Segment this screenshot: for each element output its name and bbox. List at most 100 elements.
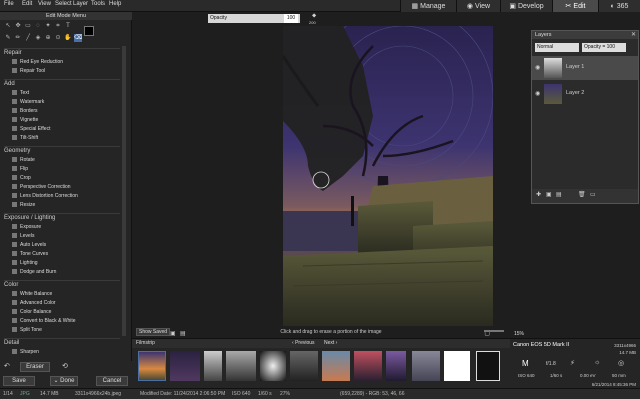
panel-scrollbar[interactable]: [122, 46, 126, 336]
thumbnail[interactable]: [322, 351, 350, 381]
clone-icon[interactable]: ⊕: [44, 34, 52, 42]
item-sharpen[interactable]: Sharpen: [12, 349, 39, 355]
thumbnail[interactable]: [204, 351, 222, 381]
manage-mode-button[interactable]: ▦ Manage: [400, 0, 456, 12]
brush-size-icon[interactable]: ⬥: [312, 13, 316, 20]
item-lighting[interactable]: Lighting: [12, 260, 38, 266]
menu-file[interactable]: File: [4, 1, 14, 7]
edited-photo[interactable]: [283, 26, 493, 326]
brush-icon[interactable]: ✎: [4, 34, 12, 42]
show-saved-button[interactable]: Show Saved: [136, 328, 171, 336]
line-icon[interactable]: ╱: [24, 34, 32, 42]
text-tool-icon[interactable]: T: [64, 22, 72, 30]
item-repair-tool[interactable]: Repair Tool: [12, 68, 45, 74]
fill-icon[interactable]: ◈: [34, 34, 42, 42]
item-levels[interactable]: Levels: [12, 233, 34, 239]
item-tilt-shift[interactable]: Tilt-Shift: [12, 135, 38, 141]
menu-layer[interactable]: Layer: [73, 1, 88, 7]
layer-opacity-field[interactable]: Opacity = 100: [582, 43, 626, 52]
close-icon[interactable]: ✕: [631, 31, 636, 38]
blend-mode-select[interactable]: Normal: [535, 43, 579, 52]
item-text[interactable]: Text: [12, 90, 29, 96]
crop-icon[interactable]: ⌗: [54, 22, 62, 30]
wand-icon[interactable]: ✦: [44, 22, 52, 30]
save-button[interactable]: Save: [3, 376, 35, 386]
zoom-tool-icon[interactable]: ⊙: [54, 34, 62, 42]
thumbnail[interactable]: [138, 351, 166, 381]
eraser-button[interactable]: Eraser: [20, 362, 50, 372]
item-tone-curves[interactable]: Tone Curves: [12, 251, 48, 257]
cloud-365-button[interactable]: ◐ 365: [598, 0, 640, 12]
pointer-icon[interactable]: ↖: [4, 22, 12, 30]
foreground-color-swatch[interactable]: [84, 26, 94, 36]
add-layer-icon[interactable]: ✚: [536, 191, 541, 198]
section-geometry[interactable]: Geometry: [4, 148, 30, 154]
item-convert-bw[interactable]: Convert to Black & White: [12, 318, 76, 324]
hand-icon[interactable]: ✋: [64, 34, 72, 42]
item-red-eye-reduction[interactable]: Red Eye Reduction: [12, 59, 63, 65]
develop-mode-button[interactable]: ▣ Develop: [500, 0, 552, 12]
merge-icon[interactable]: ▭: [590, 191, 596, 198]
done-button[interactable]: ⌄ Done: [50, 376, 78, 386]
layer-mask-icon[interactable]: ▣: [546, 191, 552, 198]
layer-row[interactable]: ◉ Layer 1: [532, 56, 638, 80]
thumbnail[interactable]: [260, 351, 286, 381]
edit-mode-button[interactable]: ✂ Edit: [552, 0, 598, 12]
next-button[interactable]: Next ›: [324, 339, 337, 348]
item-auto-levels[interactable]: Auto Levels: [12, 242, 46, 248]
item-exposure[interactable]: Exposure: [12, 224, 41, 230]
thumbnail[interactable]: [386, 351, 406, 381]
item-split-tone[interactable]: Split Tone: [12, 327, 42, 333]
move-icon[interactable]: ✥: [14, 22, 22, 30]
menu-view[interactable]: View: [38, 1, 51, 7]
menu-tools[interactable]: Tools: [91, 1, 105, 7]
item-advanced-color[interactable]: Advanced Color: [12, 300, 56, 306]
view-mode-button[interactable]: ◉ View: [456, 0, 500, 12]
item-watermark[interactable]: Watermark: [12, 99, 44, 105]
thumbnail[interactable]: [290, 351, 318, 381]
thumbnail[interactable]: [170, 351, 200, 381]
item-dodge-and-burn[interactable]: Dodge and Burn: [12, 269, 56, 275]
item-special-effect[interactable]: Special Effect: [12, 126, 50, 132]
pencil-icon[interactable]: ✏: [14, 34, 22, 42]
menu-help[interactable]: Help: [109, 1, 121, 7]
reset-icon[interactable]: ⟲: [62, 362, 68, 370]
previous-button[interactable]: ‹ Previous: [292, 339, 315, 348]
eye-icon[interactable]: ◉: [535, 90, 540, 97]
thumbnail[interactable]: [412, 351, 440, 381]
section-color[interactable]: Color: [4, 282, 18, 288]
duplicate-icon[interactable]: ▤: [556, 191, 562, 198]
menu-select[interactable]: Select: [55, 1, 72, 7]
thumbnail[interactable]: [354, 351, 382, 381]
item-vignette[interactable]: Vignette: [12, 117, 38, 123]
section-add[interactable]: Add: [4, 81, 15, 87]
section-repair[interactable]: Repair: [4, 50, 22, 56]
item-flip[interactable]: Flip: [12, 166, 28, 172]
item-rotate[interactable]: Rotate: [12, 157, 35, 163]
item-perspective-correction[interactable]: Perspective Correction: [12, 184, 71, 190]
lasso-icon[interactable]: ◌: [34, 22, 42, 30]
thumbnail[interactable]: [226, 351, 256, 381]
thumbnail[interactable]: [476, 351, 500, 381]
undo-icon[interactable]: ↶: [4, 362, 10, 370]
menu-edit[interactable]: Edit: [22, 1, 32, 7]
opacity-value-field[interactable]: 100: [284, 14, 298, 23]
item-borders[interactable]: Borders: [12, 108, 38, 114]
delete-icon[interactable]: 🗑: [578, 191, 586, 198]
image-canvas[interactable]: [132, 26, 530, 326]
cancel-button[interactable]: Cancel: [96, 376, 128, 386]
grid-icon: ▦: [411, 3, 419, 10]
zoom-slider[interactable]: [484, 330, 504, 332]
select-icon[interactable]: ▭: [24, 22, 32, 30]
section-exposure-lighting[interactable]: Exposure / Lighting: [4, 215, 55, 221]
item-resize[interactable]: Resize: [12, 202, 35, 208]
item-lens-distortion-correction[interactable]: Lens Distortion Correction: [12, 193, 78, 199]
item-crop[interactable]: Crop: [12, 175, 31, 181]
item-color-balance[interactable]: Color Balance: [12, 309, 51, 315]
eraser-tool-icon[interactable]: ⌫: [74, 34, 82, 42]
item-white-balance[interactable]: White Balance: [12, 291, 52, 297]
section-detail[interactable]: Detail: [4, 340, 19, 346]
thumbnail[interactable]: [444, 351, 470, 381]
layer-row[interactable]: ◉ Layer 2: [532, 82, 638, 106]
eye-icon[interactable]: ◉: [535, 64, 540, 71]
